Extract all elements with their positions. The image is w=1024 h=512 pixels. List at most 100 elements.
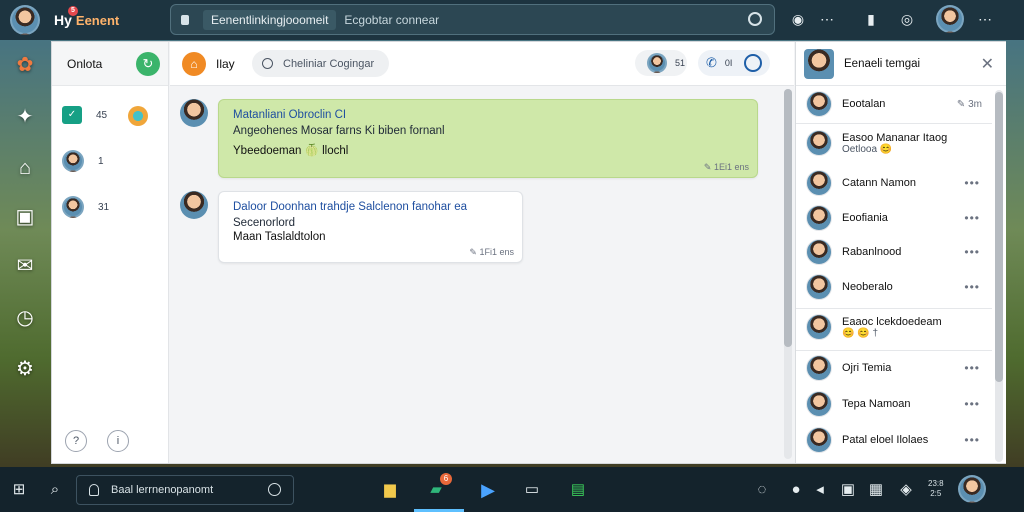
taskbar: ⊞ ⌕ Baal lerrnenopanomt ▆ ▰ 6 ▶ ▭ ▤ ◌ ● … <box>0 467 1024 512</box>
contact-name: Eootalan <box>842 98 886 110</box>
avatar <box>806 170 832 196</box>
more-icon[interactable]: ••• <box>964 176 980 190</box>
file-explorer-icon[interactable]: ▆ <box>380 480 400 500</box>
more-icon[interactable]: ⋯ <box>818 10 836 28</box>
home-icon[interactable]: ⌂ <box>182 51 206 76</box>
taskbar-search-text: Baal lerrnenopanomt <box>111 484 214 496</box>
scrollbar-thumb[interactable] <box>784 89 792 347</box>
app-rail: ✿ ✦ ⌂ ▣ ✉ ◷ ⚙ <box>0 40 50 465</box>
sidebar-item[interactable]: 31 <box>62 196 162 218</box>
call-button[interactable]: ✆ 0I <box>698 50 770 76</box>
contact-name: Eoofiania <box>842 212 888 224</box>
bookmark-star-icon[interactable]: ✦ <box>12 104 38 130</box>
windows-start-icon[interactable]: ⊞ <box>9 480 29 500</box>
scrollbar-thumb[interactable] <box>995 92 1003 382</box>
app-avatar[interactable] <box>10 5 40 35</box>
contact-item[interactable]: Patal eloel Ilolaes ••• <box>796 427 992 453</box>
contact-item[interactable]: Eaaoc lcekdoedeam 😊 😊 † <box>796 314 992 340</box>
avatar <box>806 355 832 381</box>
record-icon[interactable]: ● <box>786 480 806 500</box>
message-scrollbar[interactable] <box>784 89 792 459</box>
close-icon[interactable]: ✕ <box>981 54 994 74</box>
more-icon[interactable]: ••• <box>964 433 980 447</box>
mail-icon[interactable]: ✉ <box>12 253 38 279</box>
tray-clock[interactable]: 23:8 2:5 <box>928 479 944 499</box>
message-bubble[interactable]: Matanliani Obroclin CI Angeohenes Mosar … <box>218 99 758 178</box>
clock-icon[interactable]: ◷ <box>12 305 38 331</box>
app-name: Eenent <box>75 12 120 28</box>
more-icon[interactable]: ••• <box>964 245 980 259</box>
members-count: 51 <box>675 58 686 68</box>
folder-icon[interactable]: ▣ <box>12 204 38 230</box>
power-icon[interactable]: ◌ <box>752 480 772 500</box>
avatar <box>804 48 834 79</box>
contact-meta: ✎ 3m <box>956 98 982 110</box>
avatar <box>806 205 832 231</box>
avatar <box>806 427 832 453</box>
contact-subtitle: Oetlooa 😊 <box>842 143 893 155</box>
lock-icon <box>181 14 189 25</box>
help-icon[interactable]: ? <box>65 430 87 452</box>
message-sender[interactable]: Daloor Doonhan trahdje Salclenon fanohar… <box>233 201 508 213</box>
address-path[interactable]: Eenentlinkingjooomeit <box>203 9 337 30</box>
avatar[interactable] <box>180 99 208 127</box>
divider <box>796 123 992 124</box>
app-logo: Hy 5 <box>54 6 78 28</box>
taskbar-search[interactable]: Baal lerrnenopanomt <box>76 475 294 505</box>
contact-item[interactable]: Catann Namon ••• <box>796 170 992 196</box>
play-icon[interactable]: ▶ <box>478 480 498 500</box>
message-bubble[interactable]: Daloor Doonhan trahdje Salclenon fanohar… <box>218 191 523 263</box>
message-sender[interactable]: Matanliani Obroclin CI <box>233 109 743 121</box>
avatar <box>647 53 667 73</box>
chat-search-input[interactable]: Cheliniar Cogingar <box>252 50 389 77</box>
sidebar-item[interactable]: 1 <box>62 150 162 172</box>
search-icon[interactable]: ⌕ <box>45 480 65 500</box>
divider <box>796 308 992 309</box>
refresh-button[interactable]: ↻ <box>136 52 160 76</box>
volume-icon[interactable]: ◂ <box>810 480 830 500</box>
contact-item[interactable]: Eootalan ✎ 3m <box>796 91 992 117</box>
network-icon[interactable]: ▦ <box>866 480 886 500</box>
record-icon[interactable]: ◉ <box>789 10 807 28</box>
bookmark-icon[interactable]: ▮ <box>862 10 880 28</box>
contact-item[interactable]: Easoo Mananar Itaog Oetlooa 😊 <box>796 130 992 156</box>
display-icon[interactable]: ▣ <box>838 480 858 500</box>
settings-icon[interactable]: ⚙ <box>12 356 38 382</box>
contact-name: Tepa Namoan <box>842 398 911 410</box>
more-icon[interactable]: ••• <box>964 211 980 225</box>
more-icon[interactable]: ••• <box>964 361 980 375</box>
tray-date: 2:5 <box>930 489 942 498</box>
circle-settings-icon[interactable]: ◎ <box>898 10 916 28</box>
members-button[interactable]: 51 <box>635 50 687 76</box>
window-icon[interactable]: ▭ <box>522 480 542 500</box>
avatar <box>806 239 832 265</box>
wifi-icon[interactable]: ◈ <box>896 480 916 500</box>
sidebar-item-count: 45 <box>96 109 108 121</box>
flower-icon[interactable]: ✿ <box>12 52 38 78</box>
avatar[interactable] <box>180 191 208 219</box>
sidebar-item-count: 31 <box>98 201 110 213</box>
contact-item[interactable]: Tepa Namoan ••• <box>796 391 992 417</box>
avatar <box>806 91 832 117</box>
info-icon[interactable]: i <box>107 430 129 452</box>
phone-icon: ✆ <box>706 55 717 70</box>
contact-item[interactable]: Neoberalo ••• <box>796 274 992 300</box>
address-search-bar[interactable]: Eenentlinkingjooomeit Ecgobtar connear <box>170 4 775 35</box>
tray-time: 23:8 <box>928 479 944 488</box>
contacts-title: Eenaeli temgai <box>844 57 921 70</box>
spreadsheet-icon[interactable]: ▤ <box>568 480 588 500</box>
address-query[interactable]: Ecgobtar connear <box>344 13 439 27</box>
more-icon[interactable]: ••• <box>964 280 980 294</box>
menu-more-icon[interactable]: ⋯ <box>976 10 994 28</box>
search-icon <box>262 58 273 69</box>
user-avatar[interactable] <box>958 475 986 503</box>
title-bar: Hy 5 Eenent Eenentlinkingjooomeit Ecgobt… <box>0 0 1024 40</box>
contact-item[interactable]: Ojri Temia ••• <box>796 355 992 381</box>
inbox-icon[interactable]: ⌂ <box>12 155 38 181</box>
user-avatar[interactable] <box>936 5 964 33</box>
contacts-scrollbar[interactable] <box>995 90 1003 462</box>
contact-item[interactable]: Rabanlnood ••• <box>796 239 992 265</box>
search-icon[interactable] <box>748 12 762 26</box>
contact-item[interactable]: Eoofiania ••• <box>796 205 992 231</box>
more-icon[interactable]: ••• <box>964 397 980 411</box>
